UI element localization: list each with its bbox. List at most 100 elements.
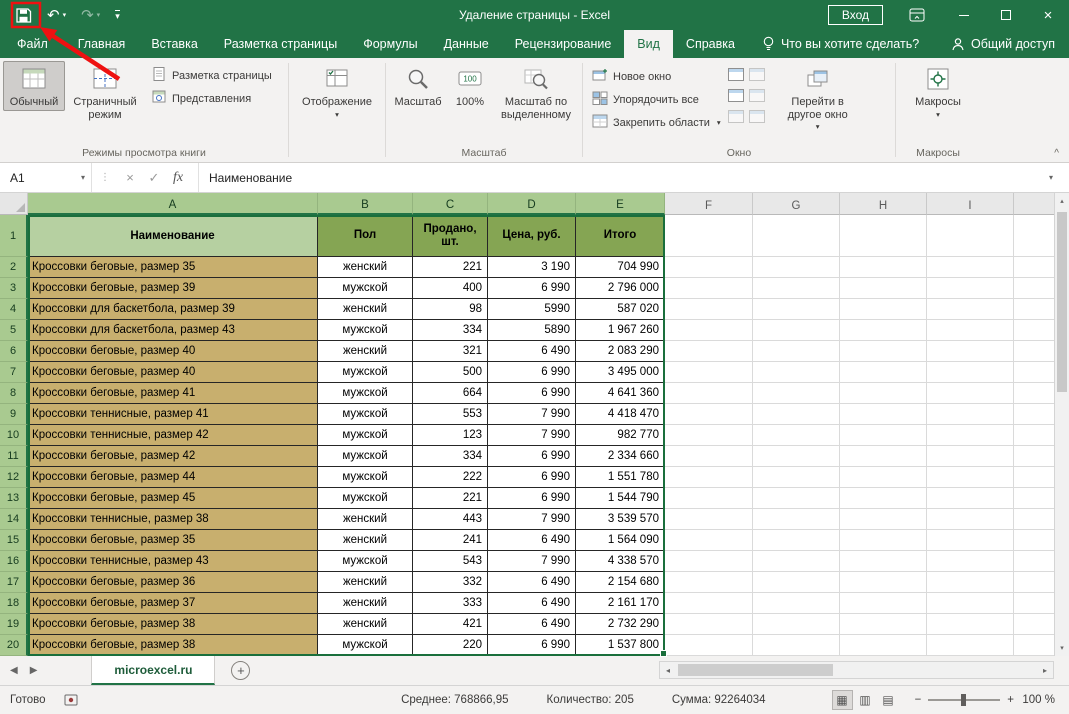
row-header-6[interactable]: 6 xyxy=(0,341,28,362)
cell-B3[interactable]: мужской xyxy=(318,278,413,299)
cell-I10[interactable] xyxy=(927,425,1014,446)
cell-F11[interactable] xyxy=(665,446,753,467)
cell-A11[interactable]: Кроссовки беговые, размер 42 xyxy=(28,446,318,467)
sheet-tab-active[interactable]: microexcel.ru xyxy=(91,656,215,685)
row-header-1[interactable]: 1 xyxy=(0,215,28,257)
cell-G17[interactable] xyxy=(753,572,840,593)
name-box[interactable]: A1 ▾ xyxy=(0,163,92,192)
cell-A15[interactable]: Кроссовки беговые, размер 35 xyxy=(28,530,318,551)
cell-F13[interactable] xyxy=(665,488,753,509)
row-header-20[interactable]: 20 xyxy=(0,635,28,656)
select-all-button[interactable] xyxy=(0,193,28,215)
enter-entry-button[interactable]: ✓ xyxy=(142,170,166,186)
cell-B15[interactable]: женский xyxy=(318,530,413,551)
cell-D6[interactable]: 6 490 xyxy=(488,341,576,362)
cell-E16[interactable]: 4 338 570 xyxy=(576,551,665,572)
customize-qat-button[interactable]: ▾ xyxy=(115,10,120,21)
cell-E11[interactable]: 2 334 660 xyxy=(576,446,665,467)
column-header-C[interactable]: C xyxy=(413,193,488,215)
cell-x16[interactable] xyxy=(1014,551,1054,572)
save-button[interactable] xyxy=(15,7,32,24)
close-button[interactable]: × xyxy=(1027,0,1069,30)
cell-D13[interactable]: 6 990 xyxy=(488,488,576,509)
cell-F8[interactable] xyxy=(665,383,753,404)
cell-B20[interactable]: мужской xyxy=(318,635,413,656)
cell-C10[interactable]: 123 xyxy=(413,425,488,446)
cell-F16[interactable] xyxy=(665,551,753,572)
cell-H6[interactable] xyxy=(840,341,927,362)
cell-x5[interactable] xyxy=(1014,320,1054,341)
cell-E20[interactable]: 1 537 800 xyxy=(576,635,665,656)
cell-x17[interactable] xyxy=(1014,572,1054,593)
cell-F17[interactable] xyxy=(665,572,753,593)
row-header-12[interactable]: 12 xyxy=(0,467,28,488)
formula-input[interactable]: Наименование xyxy=(199,171,1049,185)
cell-D19[interactable]: 6 490 xyxy=(488,614,576,635)
cell-H8[interactable] xyxy=(840,383,927,404)
cell-C17[interactable]: 332 xyxy=(413,572,488,593)
ribbon-display-options-button[interactable] xyxy=(909,8,925,22)
cell-x14[interactable] xyxy=(1014,509,1054,530)
normal-view-shortcut[interactable]: ▦ xyxy=(832,690,853,710)
share-button[interactable]: Общий доступ xyxy=(951,30,1069,58)
cell-F10[interactable] xyxy=(665,425,753,446)
tab-page-layout[interactable]: Разметка страницы xyxy=(211,30,350,58)
row-header-11[interactable]: 11 xyxy=(0,446,28,467)
cell-A5[interactable]: Кроссовки для баскетбола, размер 43 xyxy=(28,320,318,341)
column-header-H[interactable]: H xyxy=(840,193,927,215)
cell-A13[interactable]: Кроссовки беговые, размер 45 xyxy=(28,488,318,509)
scroll-down-icon[interactable]: ▾ xyxy=(1055,640,1069,656)
cell-A14[interactable]: Кроссовки теннисные, размер 38 xyxy=(28,509,318,530)
cell-x2[interactable] xyxy=(1014,257,1054,278)
cell-H9[interactable] xyxy=(840,404,927,425)
maximize-button[interactable] xyxy=(985,0,1027,30)
cell-E14[interactable]: 3 539 570 xyxy=(576,509,665,530)
cell-D18[interactable]: 6 490 xyxy=(488,593,576,614)
cell-H16[interactable] xyxy=(840,551,927,572)
cell-G16[interactable] xyxy=(753,551,840,572)
cell-C4[interactable]: 98 xyxy=(413,299,488,320)
split-icon[interactable] xyxy=(728,68,744,81)
cell-H17[interactable] xyxy=(840,572,927,593)
tab-data[interactable]: Данные xyxy=(431,30,502,58)
cell-E6[interactable]: 2 083 290 xyxy=(576,341,665,362)
cell-E10[interactable]: 982 770 xyxy=(576,425,665,446)
cell-x7[interactable] xyxy=(1014,362,1054,383)
cell-C8[interactable]: 664 xyxy=(413,383,488,404)
expand-formula-bar-icon[interactable]: ▾ xyxy=(1049,173,1069,182)
zoom-out-button[interactable]: − xyxy=(915,694,922,706)
cell-C3[interactable]: 400 xyxy=(413,278,488,299)
row-header-5[interactable]: 5 xyxy=(0,320,28,341)
zoom-100-button[interactable]: 100 100% xyxy=(447,61,493,111)
cell-H12[interactable] xyxy=(840,467,927,488)
cell-I11[interactable] xyxy=(927,446,1014,467)
cell-C7[interactable]: 500 xyxy=(413,362,488,383)
cell-B7[interactable]: мужской xyxy=(318,362,413,383)
cell-D7[interactable]: 6 990 xyxy=(488,362,576,383)
sign-in-button[interactable]: Вход xyxy=(828,5,883,25)
cell-F3[interactable] xyxy=(665,278,753,299)
cell-I19[interactable] xyxy=(927,614,1014,635)
cell-D16[interactable]: 7 990 xyxy=(488,551,576,572)
cell-x3[interactable] xyxy=(1014,278,1054,299)
freeze-panes-button[interactable]: Закрепить области ▾ xyxy=(588,111,725,134)
tab-file[interactable]: Файл xyxy=(0,30,65,58)
arrange-all-button[interactable]: Упорядочить все xyxy=(588,88,725,111)
cell-G15[interactable] xyxy=(753,530,840,551)
cell-D10[interactable]: 7 990 xyxy=(488,425,576,446)
scroll-left-icon[interactable]: ◂ xyxy=(660,666,676,675)
show-dropdown-button[interactable]: Отображение ▾ xyxy=(295,61,379,120)
cell-x15[interactable] xyxy=(1014,530,1054,551)
cell-H14[interactable] xyxy=(840,509,927,530)
cell-I6[interactable] xyxy=(927,341,1014,362)
row-header-7[interactable]: 7 xyxy=(0,362,28,383)
cell-B2[interactable]: женский xyxy=(318,257,413,278)
cell-H1[interactable] xyxy=(840,215,927,257)
scroll-right-icon[interactable]: ▸ xyxy=(1037,666,1053,675)
cell-F2[interactable] xyxy=(665,257,753,278)
new-sheet-button[interactable]: + xyxy=(231,661,250,680)
cell-H18[interactable] xyxy=(840,593,927,614)
cell-B17[interactable]: женский xyxy=(318,572,413,593)
cell-C5[interactable]: 334 xyxy=(413,320,488,341)
cell-F18[interactable] xyxy=(665,593,753,614)
